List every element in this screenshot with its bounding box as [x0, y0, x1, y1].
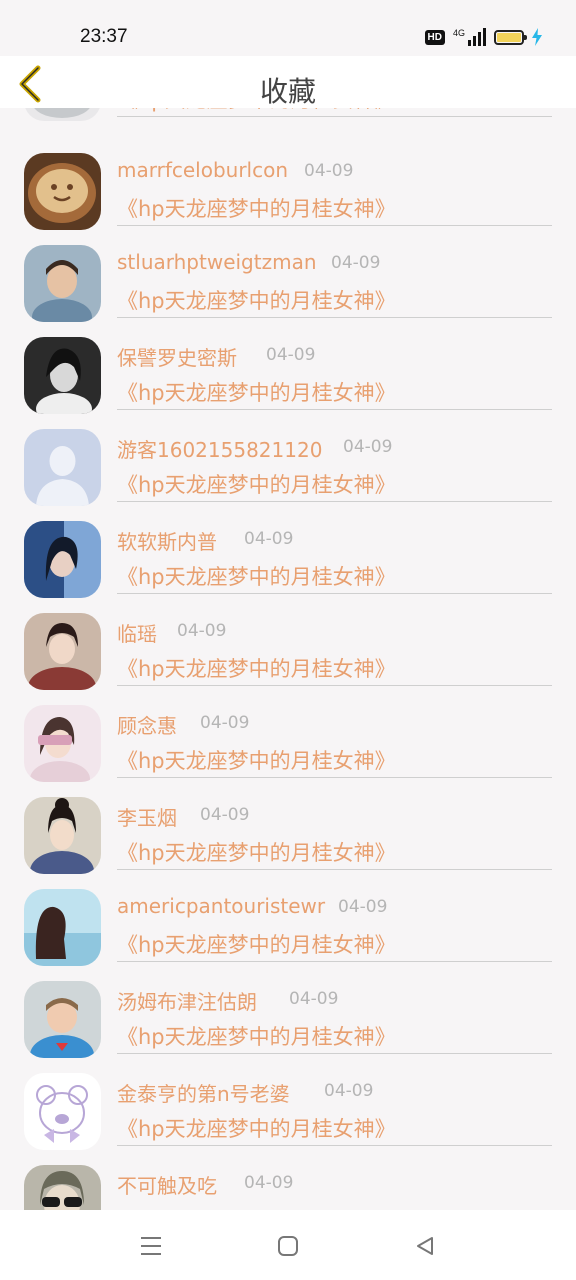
item-date: 04-09: [244, 529, 294, 549]
status-bar: 23:37 HD 4G: [0, 0, 576, 56]
item-username[interactable]: 游客1602155821120: [117, 434, 322, 463]
page-title: 收藏: [259, 75, 316, 108]
default-user-icon[interactable]: [24, 429, 101, 506]
item-date: 04-09: [338, 897, 388, 917]
item-date: 04-09: [244, 1173, 294, 1193]
item-username[interactable]: 李玉烟: [117, 802, 177, 831]
item-title[interactable]: 《hp天龙座梦中的月桂女神》: [117, 745, 396, 775]
divider: [117, 593, 552, 594]
avatar[interactable]: [24, 613, 101, 690]
item-title[interactable]: 《hp天龙座梦中的月桂女神》: [117, 1113, 396, 1143]
back-triangle-icon: [417, 1237, 433, 1255]
item-username[interactable]: 顾念惠: [117, 710, 177, 739]
divider: [117, 961, 552, 962]
item-username[interactable]: 保譬罗史密斯: [117, 342, 237, 371]
home-button[interactable]: [274, 1232, 302, 1260]
avatar[interactable]: [24, 1165, 101, 1210]
divider: [117, 685, 552, 686]
list-item[interactable]: stluarhptweigtzman 04-09 《hp天龙座梦中的月桂女神》: [0, 229, 576, 322]
charging-icon: [532, 28, 542, 46]
item-username[interactable]: 汤姆布津注估朗: [117, 986, 257, 1015]
home-square-icon: [278, 1236, 298, 1256]
item-username[interactable]: 不可触及吃: [117, 1170, 217, 1199]
item-date: 04-09: [304, 161, 354, 181]
status-time: 23:37: [80, 26, 128, 47]
back-nav-button[interactable]: [411, 1232, 439, 1260]
item-title[interactable]: 《hp天龙座梦中的月桂女神》: [117, 653, 396, 683]
divider: [117, 317, 552, 318]
list-item[interactable]: 临瑶 04-09 《hp天龙座梦中的月桂女神》: [0, 597, 576, 690]
signal-icon: 4G: [453, 28, 486, 46]
status-icons: HD 4G: [424, 28, 542, 46]
item-title[interactable]: 《hp天龙座梦中的月桂女神》: [117, 285, 396, 315]
item-date: 04-09: [289, 989, 339, 1009]
avatar[interactable]: [24, 797, 101, 874]
avatar[interactable]: [24, 889, 101, 966]
item-username[interactable]: 金泰亨的第n号老婆: [117, 1078, 290, 1107]
avatar[interactable]: [24, 981, 101, 1058]
system-nav-bar: [0, 1210, 576, 1280]
divider: [117, 777, 552, 778]
item-username[interactable]: 临瑶: [117, 618, 157, 647]
battery-icon: [494, 29, 527, 45]
header: 收藏: [0, 56, 576, 108]
divider: [117, 225, 552, 226]
menu-icon: [141, 1237, 161, 1255]
divider: [117, 501, 552, 502]
item-title[interactable]: 《hp天龙座梦中的月桂女神》: [117, 561, 396, 591]
list-item[interactable]: americpantouristewr 04-09 《hp天龙座梦中的月桂女神》: [0, 873, 576, 966]
divider: [117, 1053, 552, 1054]
list-item[interactable]: 保譬罗史密斯 04-09 《hp天龙座梦中的月桂女神》: [0, 321, 576, 414]
avatar[interactable]: [24, 337, 101, 414]
hd-icon: HD: [424, 29, 445, 45]
recent-apps-button[interactable]: [137, 1232, 165, 1260]
list-item[interactable]: marrfceloburlcon 04-09 《hp天龙座梦中的月桂女神》: [0, 137, 576, 230]
list-item[interactable]: 李玉烟 04-09 《hp天龙座梦中的月桂女神》: [0, 781, 576, 874]
item-title[interactable]: 《hp天龙座梦中的月桂女神》: [117, 837, 396, 867]
favorites-list[interactable]: 《hp天龙座梦中的月桂女神》 marrfceloburlcon 04-09 《h…: [0, 60, 576, 1210]
divider: [117, 116, 552, 117]
item-username[interactable]: americpantouristewr: [117, 894, 325, 918]
avatar[interactable]: [24, 521, 101, 598]
item-date: 04-09: [200, 805, 250, 825]
avatar[interactable]: [24, 245, 101, 322]
list-item[interactable]: 游客1602155821120 04-09 《hp天龙座梦中的月桂女神》: [0, 413, 576, 506]
item-date: 04-09: [200, 713, 250, 733]
network-type-label: 4G: [452, 28, 465, 38]
item-username[interactable]: 软软斯内普: [117, 526, 217, 555]
avatar[interactable]: [24, 1073, 101, 1150]
list-item[interactable]: 汤姆布津注估朗 04-09 《hp天龙座梦中的月桂女神》: [0, 965, 576, 1058]
divider: [117, 869, 552, 870]
item-username[interactable]: marrfceloburlcon: [117, 158, 288, 182]
item-date: 04-09: [324, 1081, 374, 1101]
item-date: 04-09: [343, 437, 393, 457]
item-date: 04-09: [177, 621, 227, 641]
item-title[interactable]: 《hp天龙座梦中的月桂女神》: [117, 929, 396, 959]
item-username[interactable]: stluarhptweigtzman: [117, 250, 317, 274]
item-title[interactable]: 《hp天龙座梦中的月桂女神》: [117, 469, 396, 499]
list-item[interactable]: 不可触及吃 04-09: [0, 1149, 576, 1210]
item-date: 04-09: [266, 345, 316, 365]
divider: [117, 1145, 552, 1146]
list-item[interactable]: 软软斯内普 04-09 《hp天龙座梦中的月桂女神》: [0, 505, 576, 598]
item-title[interactable]: 《hp天龙座梦中的月桂女神》: [117, 1021, 396, 1051]
avatar[interactable]: [24, 705, 101, 782]
list-item[interactable]: 金泰亨的第n号老婆 04-09 《hp天龙座梦中的月桂女神》: [0, 1057, 576, 1150]
item-date: 04-09: [331, 253, 381, 273]
item-title[interactable]: 《hp天龙座梦中的月桂女神》: [117, 377, 396, 407]
avatar[interactable]: [24, 153, 101, 230]
divider: [117, 409, 552, 410]
list-item[interactable]: 顾念惠 04-09 《hp天龙座梦中的月桂女神》: [0, 689, 576, 782]
item-title[interactable]: 《hp天龙座梦中的月桂女神》: [117, 193, 396, 223]
